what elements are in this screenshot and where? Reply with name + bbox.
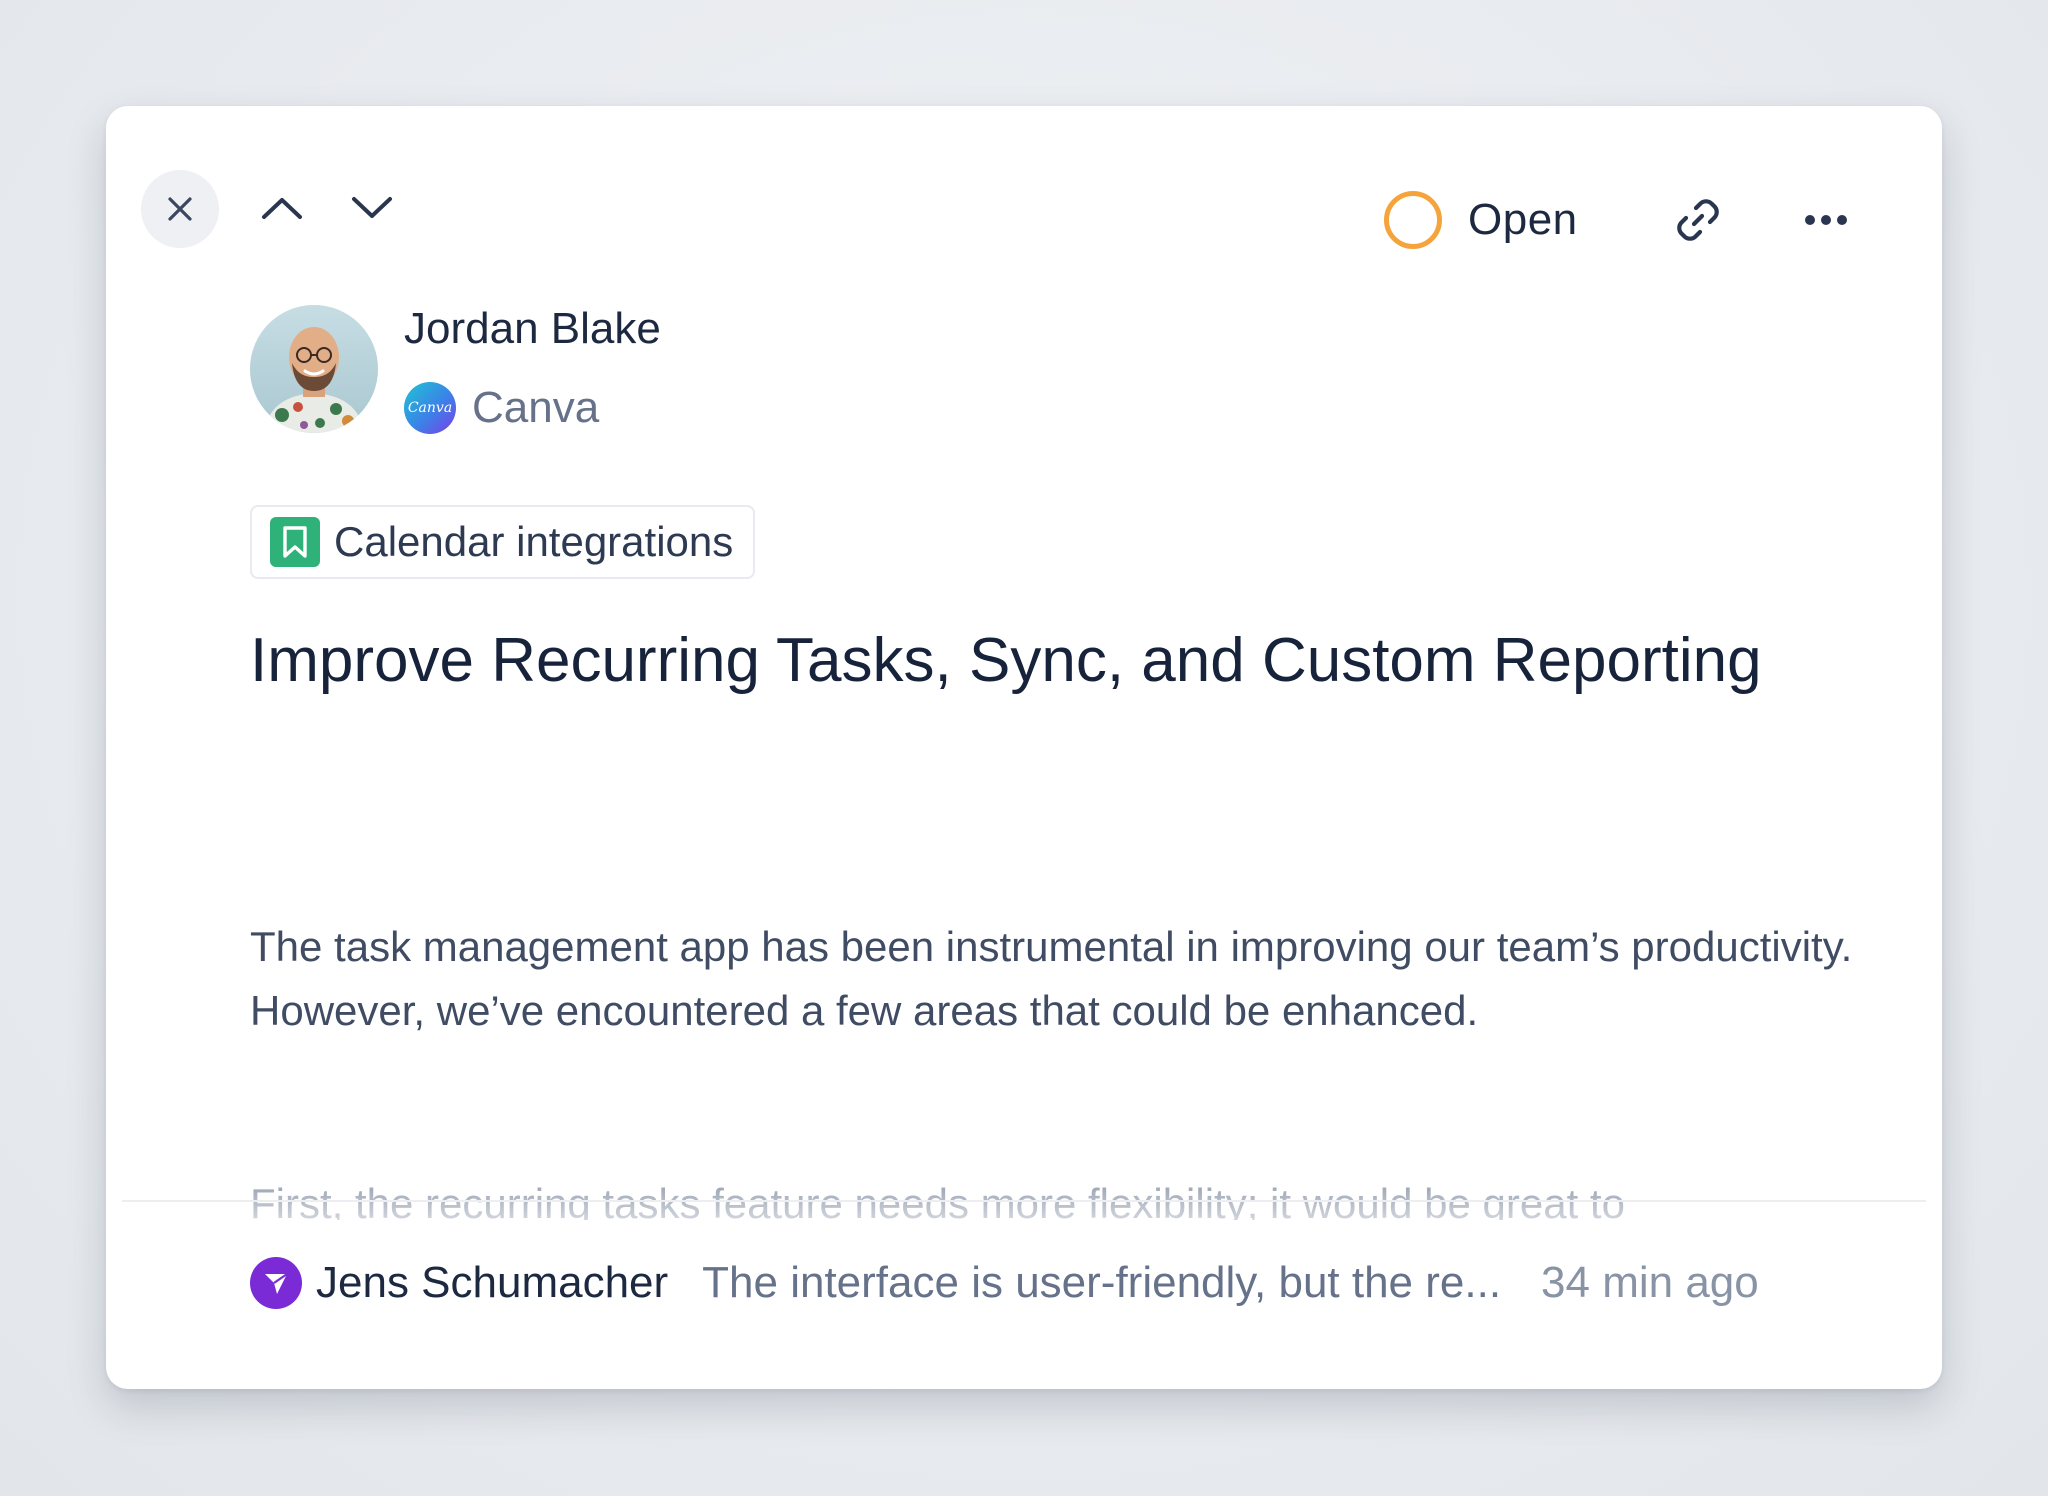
chevron-down-icon xyxy=(352,197,392,218)
comment-preview: The interface is user-friendly, but the … xyxy=(702,1258,1502,1307)
next-item-button[interactable] xyxy=(342,178,402,238)
more-options-button[interactable] xyxy=(1796,190,1856,250)
author-avatar xyxy=(250,305,378,433)
close-button[interactable] xyxy=(141,170,219,248)
feedback-detail-card: Open Jordan Blake Canva Canva Calendar i… xyxy=(106,106,1942,1389)
status-circle-icon xyxy=(1384,191,1442,249)
previous-item-button[interactable] xyxy=(252,178,312,238)
chevron-up-icon xyxy=(262,198,302,219)
tag-label: Calendar integrations xyxy=(334,518,734,565)
status-dropdown[interactable]: Open xyxy=(1384,190,1578,250)
company-logo-icon xyxy=(265,1273,288,1294)
bookmark-icon xyxy=(270,517,320,567)
comment-timestamp: 34 min ago xyxy=(1541,1258,1759,1307)
post-title: Improve Recurring Tasks, Sync, and Custo… xyxy=(250,626,1762,695)
copy-link-button[interactable] xyxy=(1668,190,1728,250)
commenter-avatar xyxy=(250,1257,302,1309)
divider xyxy=(122,1200,1926,1202)
link-icon xyxy=(1677,199,1719,241)
company-name: Canva xyxy=(472,383,600,432)
post-body: The task management app has been instrum… xyxy=(250,923,1853,1034)
latest-comment-row[interactable]: Jens Schumacher The interface is user-fr… xyxy=(250,1253,1890,1313)
author-company[interactable]: Canva Canva xyxy=(404,381,599,435)
post-body-truncated: First, the recurring tasks feature needs… xyxy=(250,1172,1890,1220)
commenter-name: Jens Schumacher xyxy=(316,1258,669,1307)
status-label: Open xyxy=(1468,195,1578,244)
close-icon xyxy=(168,197,192,221)
company-logo: Canva xyxy=(404,382,456,434)
person-photo-icon xyxy=(250,305,378,433)
more-horizontal-icon xyxy=(1805,215,1847,225)
category-tag[interactable]: Calendar integrations xyxy=(250,505,756,579)
author-name[interactable]: Jordan Blake xyxy=(404,304,661,354)
